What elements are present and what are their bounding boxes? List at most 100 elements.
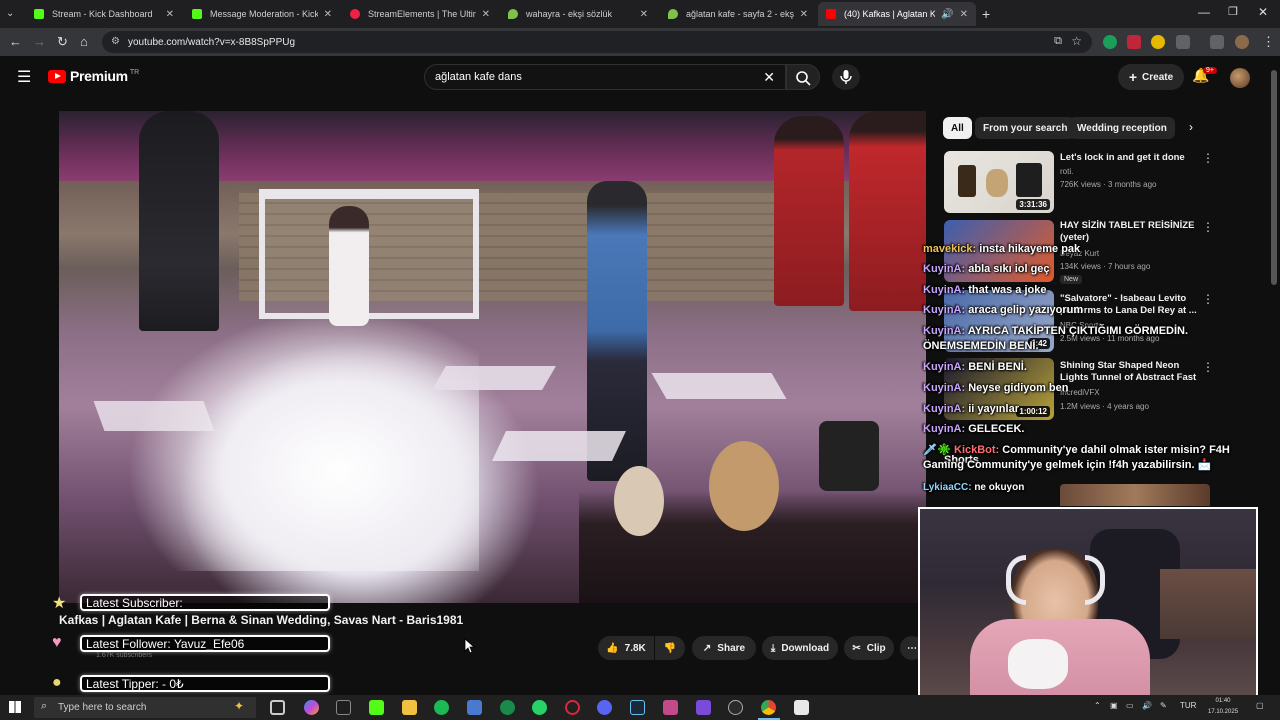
browser-menu-icon[interactable]: ⋮ bbox=[1262, 34, 1275, 50]
chip-wedding-reception[interactable]: Wedding reception bbox=[1069, 117, 1175, 139]
webcam-plush-toy bbox=[1008, 639, 1068, 689]
youtube-premium-logo[interactable]: Premium TR bbox=[48, 68, 139, 84]
opera-icon[interactable] bbox=[565, 700, 580, 715]
site-info-icon[interactable]: ⚙ bbox=[111, 36, 120, 47]
kick-app-icon[interactable] bbox=[369, 700, 384, 715]
home-icon[interactable]: ⌂ bbox=[80, 34, 88, 49]
discord-icon[interactable] bbox=[597, 700, 612, 715]
network-icon[interactable]: ▭ bbox=[1126, 701, 1134, 710]
page-scrollbar[interactable] bbox=[1271, 70, 1277, 285]
scissors-icon: ✂ bbox=[852, 642, 861, 654]
restore-icon[interactable]: ❐ bbox=[1228, 5, 1238, 18]
clip-button[interactable]: ✂ Clip bbox=[844, 636, 894, 660]
extensions-puzzle-icon[interactable] bbox=[1176, 35, 1190, 49]
tab-streamelements[interactable]: StreamElements | The Ultimate ✕ bbox=[342, 2, 498, 26]
close-tab-icon[interactable]: ✕ bbox=[960, 9, 968, 20]
chat-message: KuyinA: BENİ BENİ. bbox=[923, 361, 1027, 373]
notifications-center-icon[interactable]: ▢ bbox=[1256, 701, 1264, 710]
window-close-icon[interactable]: ✕ bbox=[1258, 5, 1268, 19]
mouse-cursor-icon bbox=[464, 638, 476, 654]
dislike-button[interactable]: 👎 bbox=[655, 636, 685, 660]
chat-message: KuyinA: araca gelip yazıyorum bbox=[923, 304, 1084, 316]
profile-icon[interactable] bbox=[1235, 35, 1249, 49]
input-language[interactable]: TUR bbox=[1180, 701, 1196, 710]
terminal-icon[interactable] bbox=[336, 700, 351, 715]
voice-search-button[interactable] bbox=[832, 64, 860, 90]
recommendation-title[interactable]: HAY SİZİN TABLET REİSİNİZE (yeter) bbox=[1060, 220, 1200, 244]
chip-from-your-search[interactable]: From your search bbox=[975, 117, 1076, 139]
cast-icon[interactable]: ⧉ bbox=[1054, 35, 1062, 48]
extension-grammarly-icon[interactable] bbox=[1103, 35, 1117, 49]
obs-icon[interactable] bbox=[728, 700, 743, 715]
notification-count-badge: 9+ bbox=[1203, 67, 1217, 74]
recommendation-channel[interactable]: roti. bbox=[1060, 167, 1073, 176]
spotify-icon[interactable] bbox=[434, 700, 449, 715]
recommendation-menu-icon[interactable]: ⋮ bbox=[1202, 292, 1214, 306]
search-input[interactable]: ağlatan kafe dans ✕ bbox=[424, 64, 786, 90]
recommendation-menu-icon[interactable]: ⋮ bbox=[1202, 220, 1214, 234]
chrome-icon[interactable] bbox=[761, 700, 776, 715]
address-bar[interactable]: ⚙ youtube.com/watch?v=x-8B8SpPPUg ⧉ ☆ bbox=[102, 31, 1092, 53]
extension-yellow-icon[interactable] bbox=[1151, 35, 1165, 49]
tab-youtube-active[interactable]: (40) Kafkas | Aglatan Kafe | Berna 🔊 ✕ bbox=[818, 2, 976, 26]
recommendation-meta: 134K views · 7 hours ago bbox=[1060, 262, 1151, 271]
tab-message-moderation[interactable]: Message Moderation - Kick Dashboard ✕ bbox=[184, 2, 340, 26]
chat-message: LykiaaCC: ne okuyon bbox=[923, 482, 1025, 493]
chips-next-chevron-icon[interactable]: › bbox=[1189, 120, 1193, 134]
copilot-icon[interactable] bbox=[304, 700, 319, 715]
like-button[interactable]: 👍 7.8K bbox=[598, 636, 654, 660]
volume-icon[interactable]: 🔊 bbox=[1142, 701, 1152, 710]
star-icon: ★ bbox=[52, 595, 67, 612]
search-button[interactable] bbox=[786, 64, 820, 90]
notepad-icon[interactable] bbox=[794, 700, 809, 715]
back-icon[interactable]: ← bbox=[9, 34, 22, 49]
video-player[interactable] bbox=[59, 111, 926, 603]
account-avatar[interactable] bbox=[1230, 68, 1250, 88]
close-tab-icon[interactable]: ✕ bbox=[482, 9, 490, 20]
create-button[interactable]: + Create bbox=[1118, 64, 1184, 90]
windows-start-icon[interactable] bbox=[9, 701, 21, 713]
recommendation-title[interactable]: Let's lock in and get it done bbox=[1060, 152, 1200, 164]
close-tab-icon[interactable]: ✕ bbox=[166, 9, 174, 20]
steam-icon[interactable] bbox=[630, 700, 645, 715]
xbox-icon[interactable] bbox=[500, 700, 515, 715]
minimize-icon[interactable]: — bbox=[1198, 5, 1210, 19]
file-explorer-icon[interactable] bbox=[402, 700, 417, 715]
task-view-icon[interactable] bbox=[270, 700, 285, 715]
recommendation-menu-icon[interactable]: ⋮ bbox=[1202, 360, 1214, 374]
app-window-icon[interactable] bbox=[467, 700, 482, 715]
thumb-device-shape bbox=[1016, 163, 1042, 197]
taskbar-search-box[interactable]: ⌕ Type here to search ✦ bbox=[34, 697, 256, 718]
close-tab-icon[interactable]: ✕ bbox=[324, 9, 332, 20]
download-button[interactable]: ⤓ Download bbox=[762, 636, 838, 660]
streamlabs-icon[interactable] bbox=[696, 700, 711, 715]
new-tab-icon[interactable]: + bbox=[982, 6, 990, 22]
shorts-thumbnail-row[interactable] bbox=[1060, 484, 1210, 506]
pen-icon[interactable]: ✎ bbox=[1160, 701, 1167, 710]
reading-list-icon[interactable] bbox=[1210, 35, 1224, 49]
mute-tab-icon[interactable]: 🔊 bbox=[941, 9, 953, 20]
recommendation-menu-icon[interactable]: ⋮ bbox=[1202, 151, 1214, 165]
tray-overflow-icon[interactable]: ⌃ bbox=[1094, 701, 1101, 710]
search-icon bbox=[796, 71, 811, 86]
chip-all[interactable]: All bbox=[943, 117, 972, 139]
tab-eksi-aglatan-kafe[interactable]: ağlatan kafe - sayfa 2 - ekşi sözlük ✕ bbox=[660, 2, 816, 26]
tab-eksi-wahayra[interactable]: wahayra - ekşi sözlük ✕ bbox=[500, 2, 656, 26]
clock[interactable]: 01:40 17.10.2025 bbox=[1208, 696, 1238, 718]
extension-red-icon[interactable] bbox=[1127, 35, 1141, 49]
forward-icon[interactable]: → bbox=[33, 34, 46, 49]
close-tab-icon[interactable]: ✕ bbox=[640, 9, 648, 20]
tab-search-icon[interactable]: ⌄ bbox=[6, 8, 14, 19]
recommendation-thumbnail[interactable]: 3:31:36 bbox=[944, 151, 1054, 213]
close-tab-icon[interactable]: ✕ bbox=[800, 9, 808, 20]
bookmark-star-icon[interactable]: ☆ bbox=[1071, 34, 1082, 48]
whatsapp-icon[interactable] bbox=[532, 700, 547, 715]
gaming-app-icon[interactable] bbox=[663, 700, 678, 715]
clear-search-icon[interactable]: ✕ bbox=[763, 69, 775, 86]
hamburger-menu-icon[interactable]: ☰ bbox=[17, 67, 31, 87]
reload-icon[interactable]: ↻ bbox=[57, 34, 68, 50]
tray-app-icon[interactable]: ▣ bbox=[1110, 701, 1118, 710]
latest-subscriber-overlay: Latest Subscriber: bbox=[80, 594, 330, 611]
tab-kick-dashboard[interactable]: Stream - Kick Dashboard ✕ bbox=[26, 2, 182, 26]
share-button[interactable]: ↗ Share bbox=[692, 636, 756, 660]
